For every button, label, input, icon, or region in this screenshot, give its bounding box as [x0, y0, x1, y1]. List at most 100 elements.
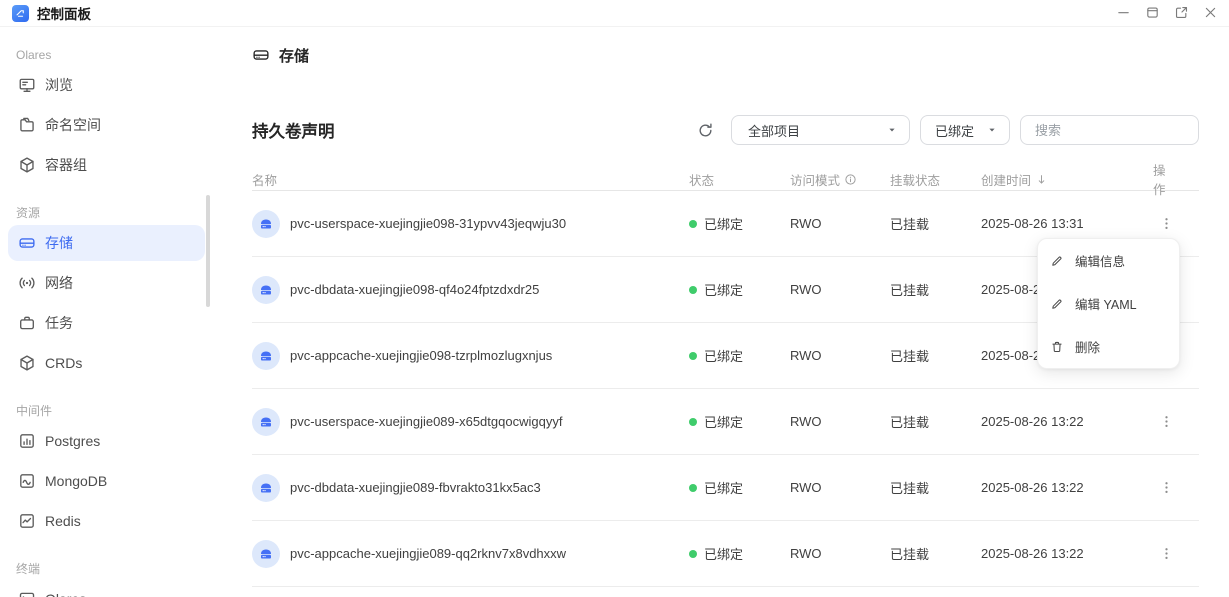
row-actions-button[interactable] [1155, 213, 1177, 235]
access-mode: RWO [790, 546, 890, 561]
sidebar-item-label: 存储 [45, 233, 73, 253]
minimize-button[interactable] [1111, 1, 1135, 25]
kebab-icon [1159, 546, 1174, 561]
pvc-name-cell[interactable]: pvc-appcache-xuejingjie098-tzrplmozlugxn… [252, 342, 689, 370]
sidebar-item-crds[interactable]: CRDs [8, 345, 205, 381]
sidebar-scrollbar-thumb[interactable] [206, 195, 210, 307]
table-row: pvc-appcache-xuejingjie089-qq2rknv7x8vdh… [252, 521, 1199, 587]
sidebar-item-namespaces[interactable]: 命名空间 [8, 107, 205, 143]
column-header-4[interactable]: 创建时间 [981, 170, 1153, 189]
maximize-icon [1145, 5, 1160, 20]
created-time: 2025-08-26 13:22 [981, 480, 1153, 495]
sidebar-item-jobs[interactable]: 任务 [8, 305, 205, 341]
open-external-icon [1174, 5, 1189, 20]
pencil-icon [1050, 254, 1064, 268]
sidebar: Olares浏览命名空间容器组资源存储网络任务CRDs中间件PostgresMo… [0, 27, 213, 597]
table-row: pvc-userspace-xuejingjie089-x65dtgqocwig… [252, 389, 1199, 455]
mount-status: 已挂载 [890, 412, 981, 431]
pvc-name: pvc-dbdata-xuejingjie098-qf4o24fptzdxdr2… [290, 282, 539, 297]
column-header-label: 访问模式 [790, 170, 840, 189]
pvc-name: pvc-appcache-xuejingjie089-qq2rknv7x8vdh… [290, 546, 566, 561]
kebab-icon [1159, 414, 1174, 429]
menu-item-delete[interactable]: 删除 [1038, 325, 1179, 368]
pencil-icon [1050, 297, 1064, 311]
column-header-5: 操作 [1153, 160, 1199, 198]
drive-icon [258, 282, 274, 298]
pvc-name-cell[interactable]: pvc-userspace-xuejingjie089-x65dtgqocwig… [252, 408, 689, 436]
row-actions-button[interactable] [1155, 411, 1177, 433]
open-external-button[interactable] [1169, 1, 1193, 25]
sidebar-item-label: 命名空间 [45, 115, 101, 135]
status-label: 已绑定 [704, 280, 743, 299]
status-badge: 已绑定 [689, 544, 790, 563]
sidebar-item-postgres[interactable]: Postgres [8, 423, 205, 459]
status-label: 已绑定 [704, 214, 743, 233]
status-badge: 已绑定 [689, 214, 790, 233]
trash-icon [1050, 340, 1064, 354]
status-label: 已绑定 [704, 412, 743, 431]
status-dot-icon [689, 352, 697, 360]
drive-icon [258, 348, 274, 364]
terminal-icon [18, 590, 36, 597]
pvc-name-cell[interactable]: pvc-appcache-xuejingjie089-qq2rknv7x8vdh… [252, 540, 689, 568]
sidebar-item-terminal-olares[interactable]: Olares [8, 581, 205, 597]
storage-icon [18, 234, 36, 252]
sidebar-section-1: 资源存储网络任务CRDs [0, 205, 213, 381]
refresh-icon [697, 122, 714, 139]
created-time: 2025-08-26 13:31 [981, 216, 1153, 231]
search-input[interactable] [1020, 115, 1199, 145]
pvc-name-cell[interactable]: pvc-dbdata-xuejingjie098-qf4o24fptzdxdr2… [252, 276, 689, 304]
access-mode: RWO [790, 348, 890, 363]
sidebar-item-label: Postgres [45, 433, 100, 449]
sidebar-item-storage[interactable]: 存储 [8, 225, 205, 261]
sidebar-item-label: 网络 [45, 273, 73, 293]
row-actions [1153, 543, 1199, 565]
row-actions [1153, 411, 1199, 433]
sidebar-item-label: MongoDB [45, 473, 107, 489]
access-mode: RWO [790, 414, 890, 429]
status-label: 已绑定 [704, 478, 743, 497]
pvc-avatar [252, 210, 280, 238]
storage-icon [252, 46, 270, 64]
status-dot-icon [689, 220, 697, 228]
refresh-button[interactable] [695, 120, 715, 140]
sidebar-item-browse[interactable]: 浏览 [8, 67, 205, 103]
column-header-0: 名称 [252, 170, 689, 189]
sidebar-item-network[interactable]: 网络 [8, 265, 205, 301]
window-titlebar: 控制面板 [0, 0, 1229, 27]
pvc-name-cell[interactable]: pvc-userspace-xuejingjie098-31ypvv43jeqw… [252, 210, 689, 238]
access-mode: RWO [790, 282, 890, 297]
project-filter-value: 全部项目 [748, 121, 879, 140]
created-time: 2025-08-26 13:22 [981, 546, 1153, 561]
pvc-avatar [252, 342, 280, 370]
row-actions-button[interactable] [1155, 543, 1177, 565]
sidebar-item-mongodb[interactable]: MongoDB [8, 463, 205, 499]
project-filter-select[interactable]: 全部项目 [731, 115, 910, 145]
sidebar-section-label: Olares [16, 47, 197, 63]
menu-item-edit-yaml[interactable]: 编辑 YAML [1038, 282, 1179, 325]
mount-status: 已挂载 [890, 544, 981, 563]
sidebar-item-label: 浏览 [45, 75, 73, 95]
status-filter-select[interactable]: 已绑定 [920, 115, 1010, 145]
row-actions-button[interactable] [1155, 477, 1177, 499]
maximize-button[interactable] [1140, 1, 1164, 25]
drive-icon [258, 216, 274, 232]
sidebar-item-pods[interactable]: 容器组 [8, 147, 205, 183]
column-header-label: 挂载状态 [890, 170, 940, 189]
row-actions [1153, 213, 1199, 235]
sidebar-item-redis[interactable]: Redis [8, 503, 205, 539]
pvc-name-cell[interactable]: pvc-dbdata-xuejingjie089-fbvrakto31kx5ac… [252, 474, 689, 502]
menu-item-edit-info[interactable]: 编辑信息 [1038, 239, 1179, 282]
mount-status: 已挂载 [890, 346, 981, 365]
pvc-avatar [252, 276, 280, 304]
column-header-2: 访问模式 [790, 170, 890, 189]
access-mode: RWO [790, 480, 890, 495]
table-toolbar: 持久卷声明 全部项目 已绑定 [252, 115, 1199, 145]
close-icon [1203, 5, 1218, 20]
cube-icon [18, 156, 36, 174]
table-header-row: 名称状态访问模式挂载状态创建时间操作 [252, 160, 1199, 191]
window-title: 控制面板 [37, 3, 91, 23]
close-button[interactable] [1198, 1, 1222, 25]
row-actions [1153, 477, 1199, 499]
pvc-name: pvc-userspace-xuejingjie089-x65dtgqocwig… [290, 414, 562, 429]
